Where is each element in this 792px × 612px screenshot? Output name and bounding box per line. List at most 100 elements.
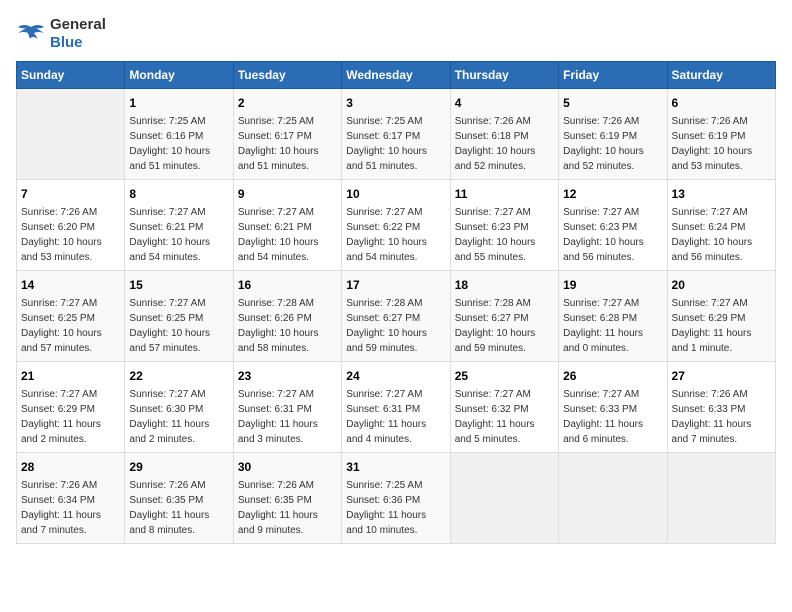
calendar-cell: 23 Sunrise: 7:27 AMSunset: 6:31 PMDayligh… bbox=[233, 362, 341, 453]
day-number: 20 bbox=[672, 276, 771, 294]
calendar-cell: 31 Sunrise: 7:25 AMSunset: 6:36 PMDayligh… bbox=[342, 453, 450, 544]
day-info: Sunrise: 7:28 AMSunset: 6:26 PMDaylight:… bbox=[238, 296, 337, 356]
day-info: Sunrise: 7:27 AMSunset: 6:23 PMDaylight:… bbox=[455, 205, 554, 265]
day-number: 16 bbox=[238, 276, 337, 294]
day-number: 23 bbox=[238, 367, 337, 385]
calendar-cell: 24 Sunrise: 7:27 AMSunset: 6:31 PMDayligh… bbox=[342, 362, 450, 453]
day-number: 30 bbox=[238, 458, 337, 476]
logo-text-general: General bbox=[50, 16, 106, 33]
day-number: 7 bbox=[21, 185, 120, 203]
day-info: Sunrise: 7:27 AMSunset: 6:21 PMDaylight:… bbox=[129, 205, 228, 265]
day-number: 26 bbox=[563, 367, 662, 385]
header-sunday: Sunday bbox=[17, 62, 125, 89]
day-number: 31 bbox=[346, 458, 445, 476]
day-info: Sunrise: 7:26 AMSunset: 6:35 PMDaylight:… bbox=[129, 478, 228, 538]
calendar-cell: 12 Sunrise: 7:27 AMSunset: 6:23 PMDayligh… bbox=[559, 180, 667, 271]
calendar-cell: 25 Sunrise: 7:27 AMSunset: 6:32 PMDayligh… bbox=[450, 362, 558, 453]
calendar-cell: 22 Sunrise: 7:27 AMSunset: 6:30 PMDayligh… bbox=[125, 362, 233, 453]
day-number: 3 bbox=[346, 94, 445, 112]
day-info: Sunrise: 7:26 AMSunset: 6:34 PMDaylight:… bbox=[21, 478, 120, 538]
day-number: 9 bbox=[238, 185, 337, 203]
day-info: Sunrise: 7:25 AMSunset: 6:16 PMDaylight:… bbox=[129, 114, 228, 174]
day-number: 21 bbox=[21, 367, 120, 385]
day-number: 5 bbox=[563, 94, 662, 112]
day-number: 22 bbox=[129, 367, 228, 385]
calendar-cell: 9 Sunrise: 7:27 AMSunset: 6:21 PMDaylight… bbox=[233, 180, 341, 271]
week-row-5: 28 Sunrise: 7:26 AMSunset: 6:34 PMDayligh… bbox=[17, 453, 776, 544]
day-number: 4 bbox=[455, 94, 554, 112]
calendar-cell: 10 Sunrise: 7:27 AMSunset: 6:22 PMDayligh… bbox=[342, 180, 450, 271]
calendar-cell: 30 Sunrise: 7:26 AMSunset: 6:35 PMDayligh… bbox=[233, 453, 341, 544]
calendar-cell: 14 Sunrise: 7:27 AMSunset: 6:25 PMDayligh… bbox=[17, 271, 125, 362]
day-number: 12 bbox=[563, 185, 662, 203]
week-row-2: 7 Sunrise: 7:26 AMSunset: 6:20 PMDaylight… bbox=[17, 180, 776, 271]
calendar-cell: 6 Sunrise: 7:26 AMSunset: 6:19 PMDaylight… bbox=[667, 89, 775, 180]
day-number: 19 bbox=[563, 276, 662, 294]
day-number: 10 bbox=[346, 185, 445, 203]
calendar-cell: 3 Sunrise: 7:25 AMSunset: 6:17 PMDaylight… bbox=[342, 89, 450, 180]
day-info: Sunrise: 7:26 AMSunset: 6:35 PMDaylight:… bbox=[238, 478, 337, 538]
calendar-cell: 18 Sunrise: 7:28 AMSunset: 6:27 PMDayligh… bbox=[450, 271, 558, 362]
calendar-cell: 7 Sunrise: 7:26 AMSunset: 6:20 PMDaylight… bbox=[17, 180, 125, 271]
day-info: Sunrise: 7:26 AMSunset: 6:33 PMDaylight:… bbox=[672, 387, 771, 447]
calendar-cell: 21 Sunrise: 7:27 AMSunset: 6:29 PMDayligh… bbox=[17, 362, 125, 453]
day-info: Sunrise: 7:25 AMSunset: 6:36 PMDaylight:… bbox=[346, 478, 445, 538]
day-number: 14 bbox=[21, 276, 120, 294]
day-info: Sunrise: 7:28 AMSunset: 6:27 PMDaylight:… bbox=[455, 296, 554, 356]
logo: General Blue bbox=[16, 16, 106, 51]
day-info: Sunrise: 7:27 AMSunset: 6:31 PMDaylight:… bbox=[238, 387, 337, 447]
day-number: 25 bbox=[455, 367, 554, 385]
day-info: Sunrise: 7:26 AMSunset: 6:19 PMDaylight:… bbox=[563, 114, 662, 174]
day-info: Sunrise: 7:27 AMSunset: 6:29 PMDaylight:… bbox=[21, 387, 120, 447]
calendar-cell bbox=[450, 453, 558, 544]
calendar-header-row: SundayMondayTuesdayWednesdayThursdayFrid… bbox=[17, 62, 776, 89]
day-number: 13 bbox=[672, 185, 771, 203]
calendar-table: SundayMondayTuesdayWednesdayThursdayFrid… bbox=[16, 61, 776, 544]
day-info: Sunrise: 7:27 AMSunset: 6:30 PMDaylight:… bbox=[129, 387, 228, 447]
calendar-cell: 27 Sunrise: 7:26 AMSunset: 6:33 PMDayligh… bbox=[667, 362, 775, 453]
calendar-cell bbox=[559, 453, 667, 544]
day-number: 15 bbox=[129, 276, 228, 294]
calendar-cell: 19 Sunrise: 7:27 AMSunset: 6:28 PMDayligh… bbox=[559, 271, 667, 362]
calendar-cell: 4 Sunrise: 7:26 AMSunset: 6:18 PMDaylight… bbox=[450, 89, 558, 180]
day-info: Sunrise: 7:26 AMSunset: 6:18 PMDaylight:… bbox=[455, 114, 554, 174]
day-number: 8 bbox=[129, 185, 228, 203]
day-info: Sunrise: 7:26 AMSunset: 6:19 PMDaylight:… bbox=[672, 114, 771, 174]
calendar-cell: 16 Sunrise: 7:28 AMSunset: 6:26 PMDayligh… bbox=[233, 271, 341, 362]
calendar-cell: 8 Sunrise: 7:27 AMSunset: 6:21 PMDaylight… bbox=[125, 180, 233, 271]
day-info: Sunrise: 7:27 AMSunset: 6:25 PMDaylight:… bbox=[129, 296, 228, 356]
day-number: 11 bbox=[455, 185, 554, 203]
day-info: Sunrise: 7:27 AMSunset: 6:21 PMDaylight:… bbox=[238, 205, 337, 265]
day-info: Sunrise: 7:27 AMSunset: 6:22 PMDaylight:… bbox=[346, 205, 445, 265]
calendar-cell: 2Sunrise: 7:25 AMSunset: 6:17 PMDaylight… bbox=[233, 89, 341, 180]
day-info: Sunrise: 7:25 AMSunset: 6:17 PMDaylight:… bbox=[346, 114, 445, 174]
day-number: 29 bbox=[129, 458, 228, 476]
week-row-1: 1Sunrise: 7:25 AMSunset: 6:16 PMDaylight… bbox=[17, 89, 776, 180]
page-header: General Blue bbox=[16, 16, 776, 51]
day-info: Sunrise: 7:27 AMSunset: 6:23 PMDaylight:… bbox=[563, 205, 662, 265]
day-number: 27 bbox=[672, 367, 771, 385]
calendar-cell: 17Sunrise: 7:28 AMSunset: 6:27 PMDayligh… bbox=[342, 271, 450, 362]
week-row-3: 14 Sunrise: 7:27 AMSunset: 6:25 PMDayligh… bbox=[17, 271, 776, 362]
calendar-cell bbox=[667, 453, 775, 544]
day-info: Sunrise: 7:27 AMSunset: 6:29 PMDaylight:… bbox=[672, 296, 771, 356]
day-number: 6 bbox=[672, 94, 771, 112]
calendar-cell: 26Sunrise: 7:27 AMSunset: 6:33 PMDayligh… bbox=[559, 362, 667, 453]
day-info: Sunrise: 7:27 AMSunset: 6:25 PMDaylight:… bbox=[21, 296, 120, 356]
header-saturday: Saturday bbox=[667, 62, 775, 89]
day-number: 28 bbox=[21, 458, 120, 476]
week-row-4: 21 Sunrise: 7:27 AMSunset: 6:29 PMDayligh… bbox=[17, 362, 776, 453]
calendar-cell: 1Sunrise: 7:25 AMSunset: 6:16 PMDaylight… bbox=[125, 89, 233, 180]
day-info: Sunrise: 7:27 AMSunset: 6:28 PMDaylight:… bbox=[563, 296, 662, 356]
day-number: 18 bbox=[455, 276, 554, 294]
day-number: 17 bbox=[346, 276, 445, 294]
day-info: Sunrise: 7:27 AMSunset: 6:31 PMDaylight:… bbox=[346, 387, 445, 447]
calendar-cell: 13 Sunrise: 7:27 AMSunset: 6:24 PMDayligh… bbox=[667, 180, 775, 271]
day-info: Sunrise: 7:27 AMSunset: 6:32 PMDaylight:… bbox=[455, 387, 554, 447]
calendar-cell: 15 Sunrise: 7:27 AMSunset: 6:25 PMDayligh… bbox=[125, 271, 233, 362]
day-number: 24 bbox=[346, 367, 445, 385]
calendar-cell: 20 Sunrise: 7:27 AMSunset: 6:29 PMDayligh… bbox=[667, 271, 775, 362]
day-info: Sunrise: 7:27 AMSunset: 6:24 PMDaylight:… bbox=[672, 205, 771, 265]
day-info: Sunrise: 7:26 AMSunset: 6:20 PMDaylight:… bbox=[21, 205, 120, 265]
logo-bird-icon bbox=[16, 19, 46, 49]
